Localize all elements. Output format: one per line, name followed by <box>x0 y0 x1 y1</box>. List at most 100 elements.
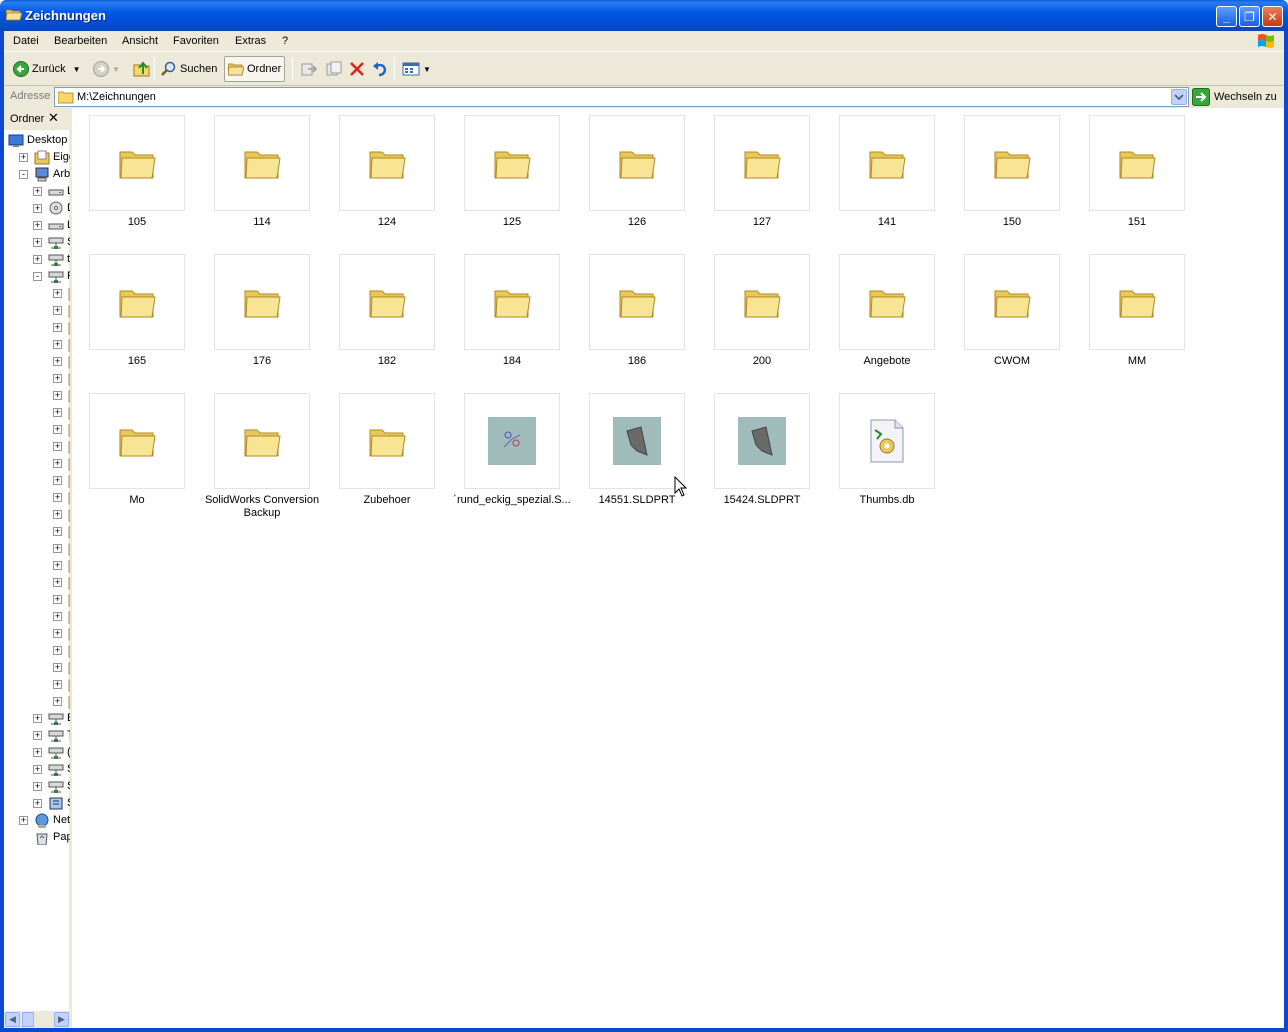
item-label[interactable]: Zubehoer <box>325 494 449 507</box>
item-thumbnail[interactable] <box>89 115 185 211</box>
item-thumbnail[interactable] <box>714 393 810 489</box>
item-thumbnail[interactable] <box>589 393 685 489</box>
menu-favoriten[interactable]: Favoriten <box>173 35 219 47</box>
expand-icon[interactable]: + <box>33 238 42 247</box>
expand-icon[interactable]: + <box>33 714 42 723</box>
item-thumbnail[interactable] <box>464 115 560 211</box>
tree-item[interactable]: + <box>4 336 70 353</box>
expand-icon[interactable]: + <box>53 680 62 689</box>
item-label[interactable]: ´rund_eckig_spezial.S... <box>450 494 574 507</box>
search-button[interactable]: Suchen <box>158 56 220 82</box>
up-folder-button[interactable] <box>130 56 154 82</box>
expand-icon[interactable]: + <box>53 306 62 315</box>
expand-icon[interactable]: + <box>33 187 42 196</box>
tree-item[interactable]: + <box>4 540 70 557</box>
tree-item[interactable]: - Arbe <box>4 166 70 183</box>
expand-icon[interactable]: + <box>53 425 62 434</box>
expand-icon[interactable]: + <box>53 544 62 553</box>
expand-icon[interactable]: + <box>33 255 42 264</box>
tree-item[interactable]: + <box>4 302 70 319</box>
expand-icon[interactable]: + <box>53 289 62 298</box>
item-label[interactable]: 105 <box>75 216 199 229</box>
expand-icon[interactable]: + <box>53 612 62 621</box>
maximize-button[interactable]: ❐ <box>1239 6 1260 27</box>
item-label[interactable]: SolidWorks Conversion Backup <box>200 494 324 520</box>
item-label[interactable]: 126 <box>575 216 699 229</box>
expand-icon[interactable]: + <box>33 765 42 774</box>
expand-icon[interactable]: + <box>53 697 62 706</box>
address-dropdown-button[interactable] <box>1171 89 1187 105</box>
scroll-thumb[interactable] <box>22 1012 34 1027</box>
tree-item[interactable]: +S <box>4 234 70 251</box>
tree-item[interactable]: + <box>4 472 70 489</box>
item-thumbnail[interactable] <box>1089 115 1185 211</box>
expand-icon[interactable]: + <box>53 459 62 468</box>
item-thumbnail[interactable] <box>964 254 1060 350</box>
tree-item[interactable]: + <box>4 625 70 642</box>
tree-item[interactable]: + <box>4 591 70 608</box>
scroll-right-icon[interactable]: ▶ <box>54 1012 69 1027</box>
item-label[interactable]: 165 <box>75 355 199 368</box>
item-thumbnail[interactable] <box>464 254 560 350</box>
item-thumbnail[interactable] <box>339 254 435 350</box>
back-button[interactable]: Zurück ▼ <box>10 56 84 82</box>
item-thumbnail[interactable] <box>339 393 435 489</box>
item-label[interactable]: 124 <box>325 216 449 229</box>
tree-item[interactable]: + <box>4 557 70 574</box>
item-thumbnail[interactable] <box>839 115 935 211</box>
tree-item[interactable]: +T <box>4 727 70 744</box>
tree-item[interactable]: + <box>4 659 70 676</box>
expand-icon[interactable]: + <box>33 799 42 808</box>
tree-item[interactable]: +D <box>4 200 70 217</box>
tree-item[interactable]: +L <box>4 183 70 200</box>
tree-item[interactable]: + <box>4 642 70 659</box>
menu-help[interactable]: ? <box>282 35 288 47</box>
tree-item[interactable]: +L <box>4 217 70 234</box>
item-label[interactable]: 176 <box>200 355 324 368</box>
item-label[interactable]: 182 <box>325 355 449 368</box>
item-label[interactable]: MM <box>1075 355 1199 368</box>
expand-icon[interactable]: + <box>53 578 62 587</box>
expand-icon[interactable]: + <box>53 391 62 400</box>
item-label[interactable]: CWOM <box>950 355 1074 368</box>
item-thumbnail[interactable] <box>964 115 1060 211</box>
expand-icon[interactable]: + <box>53 357 62 366</box>
back-dropdown-icon[interactable]: ▼ <box>73 65 81 74</box>
expand-icon[interactable]: + <box>33 221 42 230</box>
tree-item[interactable]: Papi <box>4 829 70 846</box>
tree-item[interactable]: + t <box>4 251 70 268</box>
item-label[interactable]: Mo <box>75 494 199 507</box>
item-thumbnail[interactable] <box>89 393 185 489</box>
expand-icon[interactable]: + <box>33 782 42 791</box>
expand-icon[interactable]: + <box>19 816 28 825</box>
collapse-icon[interactable]: - <box>19 170 28 179</box>
item-thumbnail[interactable] <box>839 254 935 350</box>
tree-item[interactable]: +( <box>4 744 70 761</box>
tree-item[interactable]: + <box>4 489 70 506</box>
go-button[interactable]: Wechseln zu <box>1192 87 1277 107</box>
item-label[interactable]: 150 <box>950 216 1074 229</box>
close-icon[interactable]: ✕ <box>48 110 59 126</box>
item-label[interactable]: Angebote <box>825 355 949 368</box>
forward-button[interactable]: ▼ <box>90 56 123 82</box>
tree-item[interactable]: + <box>4 506 70 523</box>
expand-icon[interactable]: + <box>53 527 62 536</box>
expand-icon[interactable]: + <box>53 663 62 672</box>
item-thumbnail[interactable] <box>839 393 935 489</box>
item-thumbnail[interactable] <box>214 254 310 350</box>
tree-item[interactable]: + <box>4 523 70 540</box>
folders-button[interactable]: Ordner <box>224 56 286 82</box>
item-label[interactable]: 141 <box>825 216 949 229</box>
item-thumbnail[interactable] <box>714 254 810 350</box>
item-thumbnail[interactable] <box>464 393 560 489</box>
tree-item[interactable]: + <box>4 404 70 421</box>
menu-bearbeiten[interactable]: Bearbeiten <box>54 35 107 47</box>
tree-item[interactable]: + <box>4 574 70 591</box>
tree-item[interactable]: + <box>4 319 70 336</box>
item-thumbnail[interactable] <box>1089 254 1185 350</box>
delete-button[interactable] <box>346 56 368 82</box>
item-label[interactable]: 151 <box>1075 216 1199 229</box>
expand-icon[interactable]: + <box>33 204 42 213</box>
collapse-icon[interactable]: - <box>33 272 42 281</box>
item-label[interactable]: 200 <box>700 355 824 368</box>
